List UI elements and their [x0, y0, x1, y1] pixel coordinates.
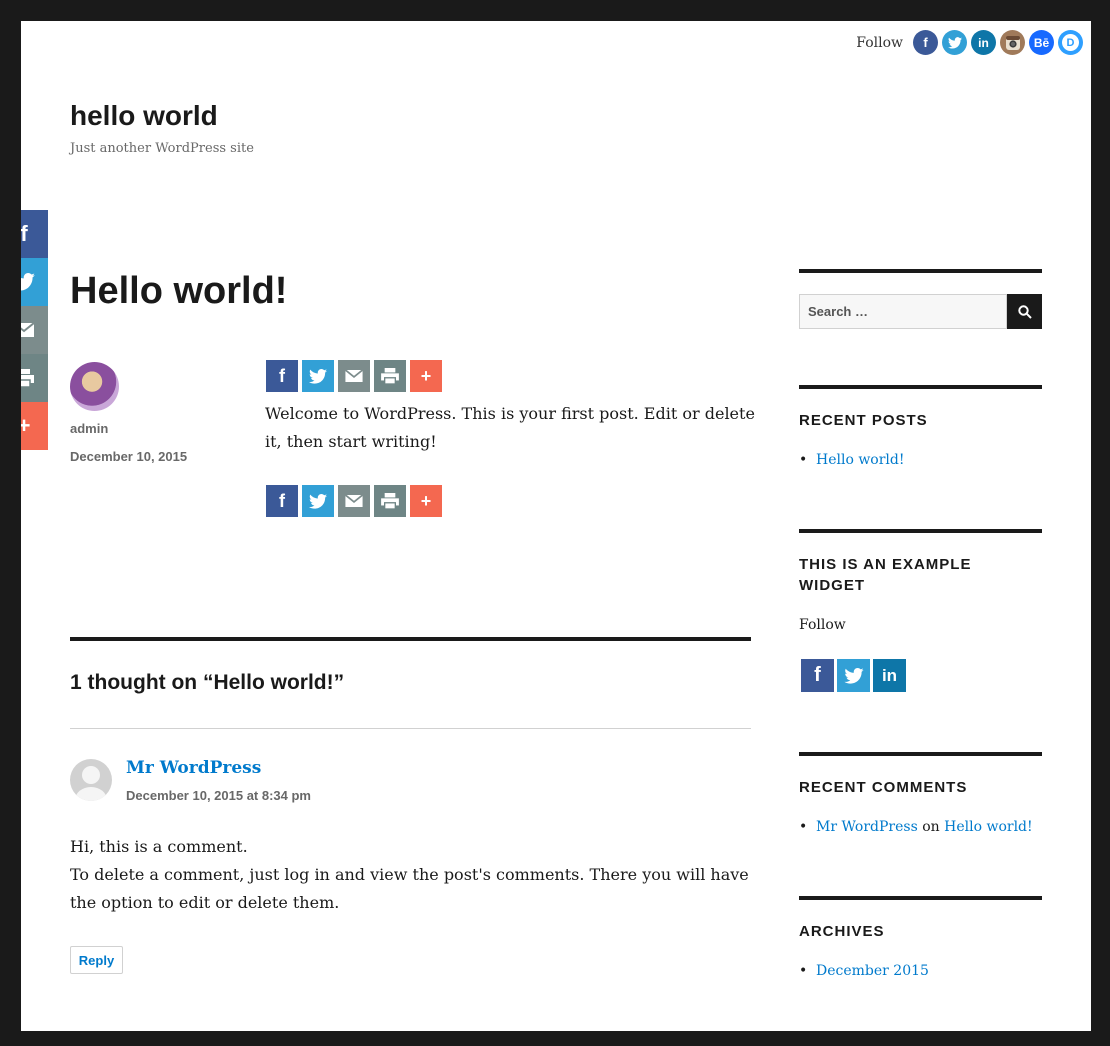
- sidebar-divider-example-widget: [799, 529, 1042, 533]
- comment-line-1: Hi, this is a comment.: [70, 837, 248, 856]
- twitter-icon[interactable]: [302, 360, 334, 392]
- sidebar-divider-recent-posts: [799, 385, 1042, 389]
- print-icon[interactable]: [374, 360, 406, 392]
- example-widget-title: THIS IS AN EXAMPLE WIDGET: [799, 556, 972, 594]
- archives-list: December 2015: [799, 963, 929, 979]
- follow-label: Follow: [856, 34, 903, 51]
- comment-author[interactable]: Mr WordPress: [126, 758, 261, 778]
- recent-comment-on: on: [922, 819, 940, 835]
- page: Follow f in Bē D hello world Just anothe…: [21, 21, 1091, 1031]
- header-follow-bar: Follow f in Bē D: [856, 30, 1083, 55]
- list-item: Mr WordPress on Hello world!: [799, 819, 1033, 835]
- comments-divider: [70, 637, 751, 641]
- behance-icon[interactable]: Bē: [1029, 30, 1054, 55]
- recent-comment-post-link[interactable]: Hello world!: [944, 819, 1033, 835]
- comments-title: 1 thought on “Hello world!”: [70, 671, 345, 694]
- more-icon[interactable]: +: [410, 485, 442, 517]
- twitter-icon[interactable]: [942, 30, 967, 55]
- print-icon[interactable]: [21, 354, 48, 402]
- twitter-icon[interactable]: [302, 485, 334, 517]
- search-button[interactable]: [1007, 294, 1042, 329]
- disqus-icon[interactable]: D: [1058, 30, 1083, 55]
- more-icon[interactable]: +: [410, 360, 442, 392]
- facebook-icon[interactable]: f: [266, 485, 298, 517]
- facebook-icon[interactable]: f: [913, 30, 938, 55]
- example-widget-follow-icons: f in: [801, 659, 906, 692]
- site-description: Just another WordPress site: [70, 141, 254, 156]
- email-icon[interactable]: [338, 360, 370, 392]
- comment-avatar: [70, 759, 112, 801]
- comment-date[interactable]: December 10, 2015 at 8:34 pm: [126, 788, 311, 803]
- linkedin-icon[interactable]: in: [971, 30, 996, 55]
- list-item: Hello world!: [799, 452, 905, 468]
- post-date[interactable]: December 10, 2015: [70, 449, 187, 464]
- author-avatar[interactable]: [70, 362, 119, 411]
- comment-line-2: To delete a comment, just log in and vie…: [70, 865, 749, 912]
- email-icon[interactable]: [338, 485, 370, 517]
- facebook-icon[interactable]: f: [801, 659, 834, 692]
- more-icon[interactable]: +: [21, 402, 48, 450]
- search-icon: [1017, 304, 1032, 319]
- share-buttons-bottom: f +: [266, 485, 442, 517]
- floating-share-bar: f +: [21, 210, 48, 450]
- recent-comments-list: Mr WordPress on Hello world!: [799, 819, 1033, 835]
- list-item: December 2015: [799, 963, 929, 979]
- twitter-icon[interactable]: [21, 258, 48, 306]
- comment-body: Hi, this is a comment. To delete a comme…: [70, 833, 760, 917]
- recent-posts-title: RECENT POSTS: [799, 412, 928, 429]
- post-content: Welcome to WordPress. This is your first…: [265, 404, 755, 451]
- recent-comments-title: RECENT COMMENTS: [799, 779, 968, 796]
- post-title: Hello world!: [70, 270, 288, 312]
- site-title[interactable]: hello world: [70, 100, 218, 132]
- recent-post-link[interactable]: Hello world!: [816, 452, 905, 468]
- recent-posts-list: Hello world!: [799, 452, 905, 468]
- example-widget-follow-label: Follow: [799, 617, 846, 633]
- facebook-icon[interactable]: f: [21, 210, 48, 258]
- archive-link[interactable]: December 2015: [816, 963, 929, 979]
- sidebar-divider-search: [799, 269, 1042, 273]
- search-input[interactable]: [799, 294, 1007, 329]
- share-buttons-top: f +: [266, 360, 442, 392]
- email-icon[interactable]: [21, 306, 48, 354]
- archives-title: ARCHIVES: [799, 923, 885, 940]
- recent-comment-author-link[interactable]: Mr WordPress: [816, 819, 918, 835]
- print-icon[interactable]: [374, 485, 406, 517]
- post-author[interactable]: admin: [70, 421, 108, 436]
- sidebar-divider-archives: [799, 896, 1042, 900]
- comments-title-divider: [70, 728, 751, 729]
- twitter-icon[interactable]: [837, 659, 870, 692]
- instagram-icon[interactable]: [1000, 30, 1025, 55]
- reply-button[interactable]: Reply: [70, 946, 123, 974]
- facebook-icon[interactable]: f: [266, 360, 298, 392]
- linkedin-icon[interactable]: in: [873, 659, 906, 692]
- sidebar-divider-recent-comments: [799, 752, 1042, 756]
